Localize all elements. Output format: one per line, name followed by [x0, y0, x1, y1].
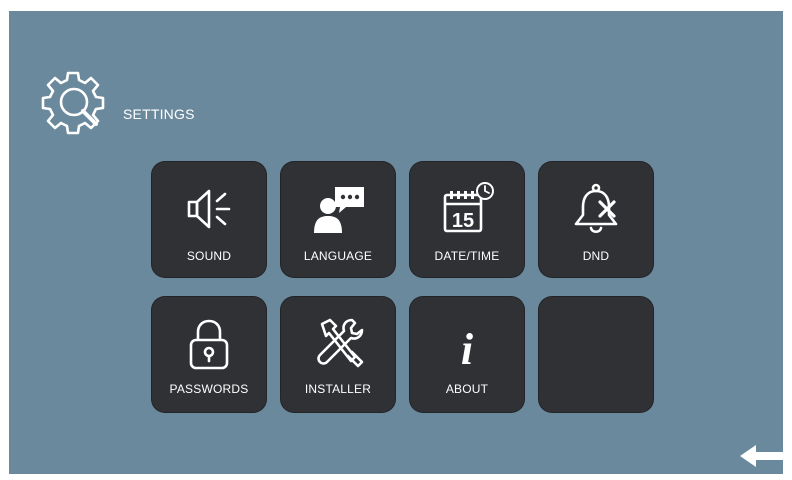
passwords-button[interactable]: PASSWORDS — [151, 296, 267, 413]
info-icon: i — [461, 325, 474, 374]
tile-label: ABOUT — [445, 382, 489, 396]
installer-button[interactable]: INSTALLER — [280, 296, 396, 413]
settings-gear-icon — [41, 71, 105, 135]
back-arrow-icon[interactable] — [738, 443, 788, 469]
tile-label: INSTALLER — [304, 382, 372, 396]
info-glyph: i — [461, 325, 474, 374]
tile-label: SOUND — [186, 249, 232, 263]
about-button[interactable]: i ABOUT — [409, 296, 525, 413]
empty-tile — [538, 296, 654, 413]
language-chat-icon — [314, 187, 364, 233]
bell-off-icon — [574, 183, 618, 234]
calendar-clock-icon: 15 — [443, 182, 494, 233]
tile-label: PASSWORDS — [169, 382, 249, 396]
settings-screen: SETTINGS SOUND LANGUAGE 15 DATE/TIME DND… — [9, 11, 786, 474]
date-time-button[interactable]: 15 DATE/TIME — [409, 161, 525, 278]
tile-label: DATE/TIME — [434, 249, 500, 263]
lock-icon — [189, 319, 229, 370]
sound-button[interactable]: SOUND — [151, 161, 267, 278]
tools-icon — [317, 318, 364, 368]
tile-label: DND — [582, 249, 610, 263]
speaker-icon — [187, 189, 231, 229]
page-title: SETTINGS — [123, 106, 195, 122]
calendar-day: 15 — [452, 210, 474, 232]
dnd-button[interactable]: DND — [538, 161, 654, 278]
language-button[interactable]: LANGUAGE — [280, 161, 396, 278]
tile-label: LANGUAGE — [303, 249, 373, 263]
